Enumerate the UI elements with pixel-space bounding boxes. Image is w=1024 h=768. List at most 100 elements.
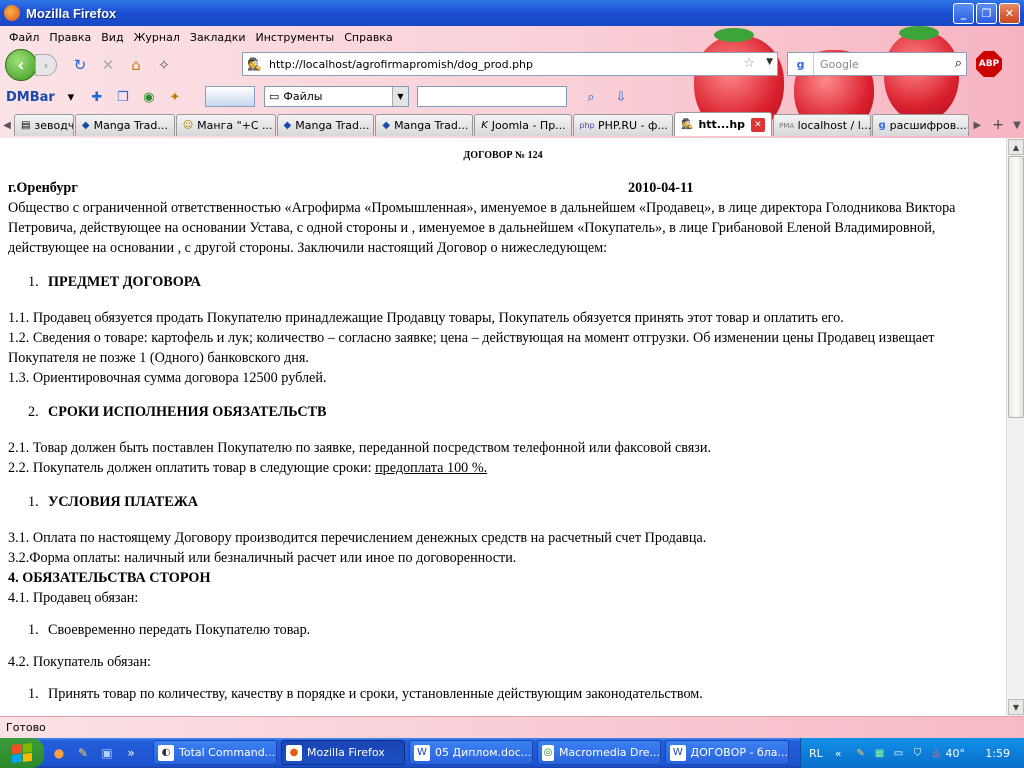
menu-tools[interactable]: Инструменты [251, 31, 340, 44]
chevron-down-icon[interactable]: ▼ [766, 57, 773, 67]
start-button[interactable] [0, 738, 44, 768]
taskbar-task[interactable]: ◎ Macromedia Dre... [537, 740, 661, 765]
home-icon[interactable]: ⌂ [125, 54, 147, 76]
back-button[interactable]: ‹ [5, 49, 37, 81]
doc-intro: Общество с ограниченной ответственностью… [8, 200, 956, 256]
scroll-down-icon[interactable]: ▼ [1008, 699, 1024, 715]
addon-icon[interactable]: ✧ [153, 54, 175, 76]
dmbar-menu-icon[interactable]: ▾ [61, 87, 81, 107]
taskbar-task[interactable]: W ДОГОВОР - бла... [665, 740, 789, 765]
maximize-button[interactable]: ❐ [976, 3, 997, 24]
menu-bookmarks[interactable]: Закладки [185, 31, 251, 44]
tab[interactable]: ◆ Manga Trad... [276, 114, 375, 136]
task-list: ◐ Total Command... ● Mozilla Firefox W 05 Д… [153, 740, 789, 765]
new-tab-icon[interactable]: + [992, 114, 1004, 136]
network-icon[interactable]: ▦ [873, 746, 887, 760]
minimize-button[interactable]: _ [953, 3, 974, 24]
paragraph: 2.2. Покупатель должен оплатить товар в … [8, 460, 488, 476]
reload-icon[interactable]: ↻ [69, 54, 91, 76]
forward-button[interactable]: › [35, 54, 57, 76]
tools-icon[interactable]: ✦ [165, 87, 185, 107]
navigation-toolbar: ‹ › ↻ ✕ ⌂ ✧ 🕵 http://localhost/agrofirma… [0, 48, 1024, 82]
tab-scroll-left-icon[interactable]: ◀ [0, 114, 14, 136]
dmbar-drop-field[interactable] [205, 86, 255, 107]
plus-icon[interactable]: ✚ [87, 87, 107, 107]
city-date-row: г.Оренбург 2010-04-11 [8, 178, 998, 198]
tab-scroll-right-icon[interactable]: ▶ [970, 114, 984, 136]
page-content: ДОГОВОР № 124 г.Оренбург 2010-04-11 Обще… [0, 138, 1006, 716]
taskbar-task[interactable]: W 05 Диплом.doc... [409, 740, 533, 765]
tools-icon[interactable]: ✎ [74, 744, 92, 762]
menu-bar: Файл Правка Вид Журнал Закладки Инструме… [0, 26, 398, 48]
quick-launch: ● ✎ ▣ » [50, 744, 140, 762]
doc-city: г.Оренбург [8, 180, 78, 196]
spy-icon: 🕵 [247, 57, 262, 71]
stop-icon[interactable]: ✕ [97, 54, 119, 76]
tab-active[interactable]: 🕵 htt...hp ✕ [673, 112, 772, 136]
search-icon[interactable]: ⌕ [581, 87, 601, 107]
tab[interactable]: g расшифров... [871, 114, 970, 136]
dmbar-label[interactable]: DMBar [6, 90, 55, 105]
shield-icon[interactable]: ⛉ [911, 746, 925, 760]
list-item: 1. Своевременно передать Покупателю товар… [28, 622, 311, 638]
monitor-icon[interactable]: ▭ [892, 746, 906, 760]
quick-launch-more-icon[interactable]: » [122, 744, 140, 762]
weather-readout[interactable]: 40° [946, 747, 966, 760]
status-text: Готово [6, 721, 46, 734]
tray-app-icon[interactable]: ✎ [854, 746, 868, 760]
app-icon[interactable]: ▣ [98, 744, 116, 762]
menu-history[interactable]: Журнал [129, 31, 185, 44]
list-item: 1. Принять товар по количеству, качеству … [28, 686, 703, 702]
vertical-scrollbar[interactable]: ▲ ▼ [1006, 138, 1024, 716]
url-input[interactable]: http://localhost/agrofirmapromish/dog_pr… [269, 58, 533, 71]
tab[interactable]: ▤зеводчи... [13, 114, 74, 136]
paragraph: 3.1. Оплата по настоящему Договору произ… [8, 530, 707, 546]
firefox-icon[interactable]: ● [50, 744, 68, 762]
search-bar[interactable]: g Google ⌕ [787, 52, 967, 76]
pma-icon: PMA [779, 121, 795, 130]
tab[interactable]: K Joomla - Пр... [474, 114, 573, 136]
close-tab-icon[interactable]: ✕ [751, 117, 765, 132]
search-icon[interactable]: ⌕ [955, 56, 962, 71]
scroll-up-icon[interactable]: ▲ [1008, 139, 1024, 155]
menu-file[interactable]: Файл [4, 31, 44, 44]
dmbar-toolbar: DMBar ▾ ✚ ❐ ◉ ✦ ▭ Файлы ▼ ⌕ ⇩ [0, 84, 1024, 110]
page-icon: ▤ [20, 120, 31, 131]
menu-view[interactable]: Вид [96, 31, 128, 44]
language-indicator[interactable]: RL [809, 747, 823, 760]
files-select[interactable]: ▭ Файлы ▼ [264, 86, 409, 107]
bookmark-star-icon[interactable]: ☆ [743, 56, 755, 71]
manga-icon: ◆ [81, 120, 90, 131]
dmbar-search-input[interactable] [417, 86, 567, 107]
tab[interactable]: ◆ Manga Trad... [74, 114, 175, 136]
tab[interactable]: ◆ Manga Trad... [375, 114, 474, 136]
tray-icons: ✎ ▦ ▭ ⛉ ◬ [854, 746, 944, 760]
url-bar[interactable]: 🕵 http://localhost/agrofirmapromish/dog_… [242, 52, 778, 76]
tab[interactable]: PMA localhost / l... [772, 114, 871, 136]
download-icon[interactable]: ⇩ [611, 87, 631, 107]
close-button[interactable]: ✕ [999, 3, 1020, 24]
search-input[interactable]: Google [820, 58, 859, 71]
spy-icon: 🕵 [681, 119, 694, 130]
php-icon: php [579, 121, 595, 130]
scrollbar-thumb[interactable] [1008, 156, 1024, 418]
tab[interactable]: php PHP.RU - ф... [573, 114, 673, 136]
adblock-icon[interactable]: ABP [976, 51, 1002, 77]
antivirus-icon[interactable]: ◬ [930, 746, 944, 760]
taskbar-task[interactable]: ◐ Total Command... [153, 740, 277, 765]
tab-list-icon[interactable]: ▼ [1010, 114, 1024, 136]
copy-icon[interactable]: ❐ [113, 87, 133, 107]
windows-logo-icon [12, 742, 32, 764]
tab[interactable]: ☺ Манга "+С ... [175, 114, 276, 136]
paragraph: 2.1. Товар должен быть поставлен Покупат… [8, 440, 712, 456]
tray-expand-icon[interactable]: « [835, 747, 842, 760]
taskbar-task-active[interactable]: ● Mozilla Firefox [281, 740, 405, 765]
clock: 1:59 [985, 746, 1010, 760]
smile-icon: ☺ [182, 120, 194, 131]
menu-edit[interactable]: Правка [44, 31, 96, 44]
menu-help[interactable]: Справка [339, 31, 397, 44]
globe-icon[interactable]: ◉ [139, 87, 159, 107]
search-engine-icon[interactable]: g [788, 53, 814, 75]
chevron-down-icon[interactable]: ▼ [392, 87, 408, 106]
dreamweaver-icon: ◎ [542, 744, 554, 761]
